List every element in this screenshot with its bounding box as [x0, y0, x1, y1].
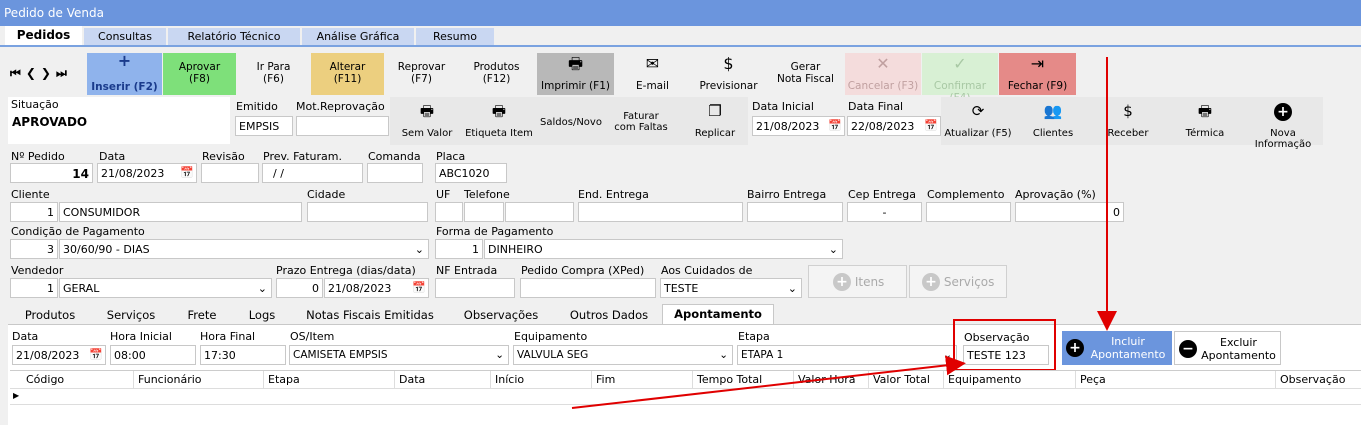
annotation-arrows: [571, 57, 1117, 409]
arrow-right: [571, 355, 966, 409]
